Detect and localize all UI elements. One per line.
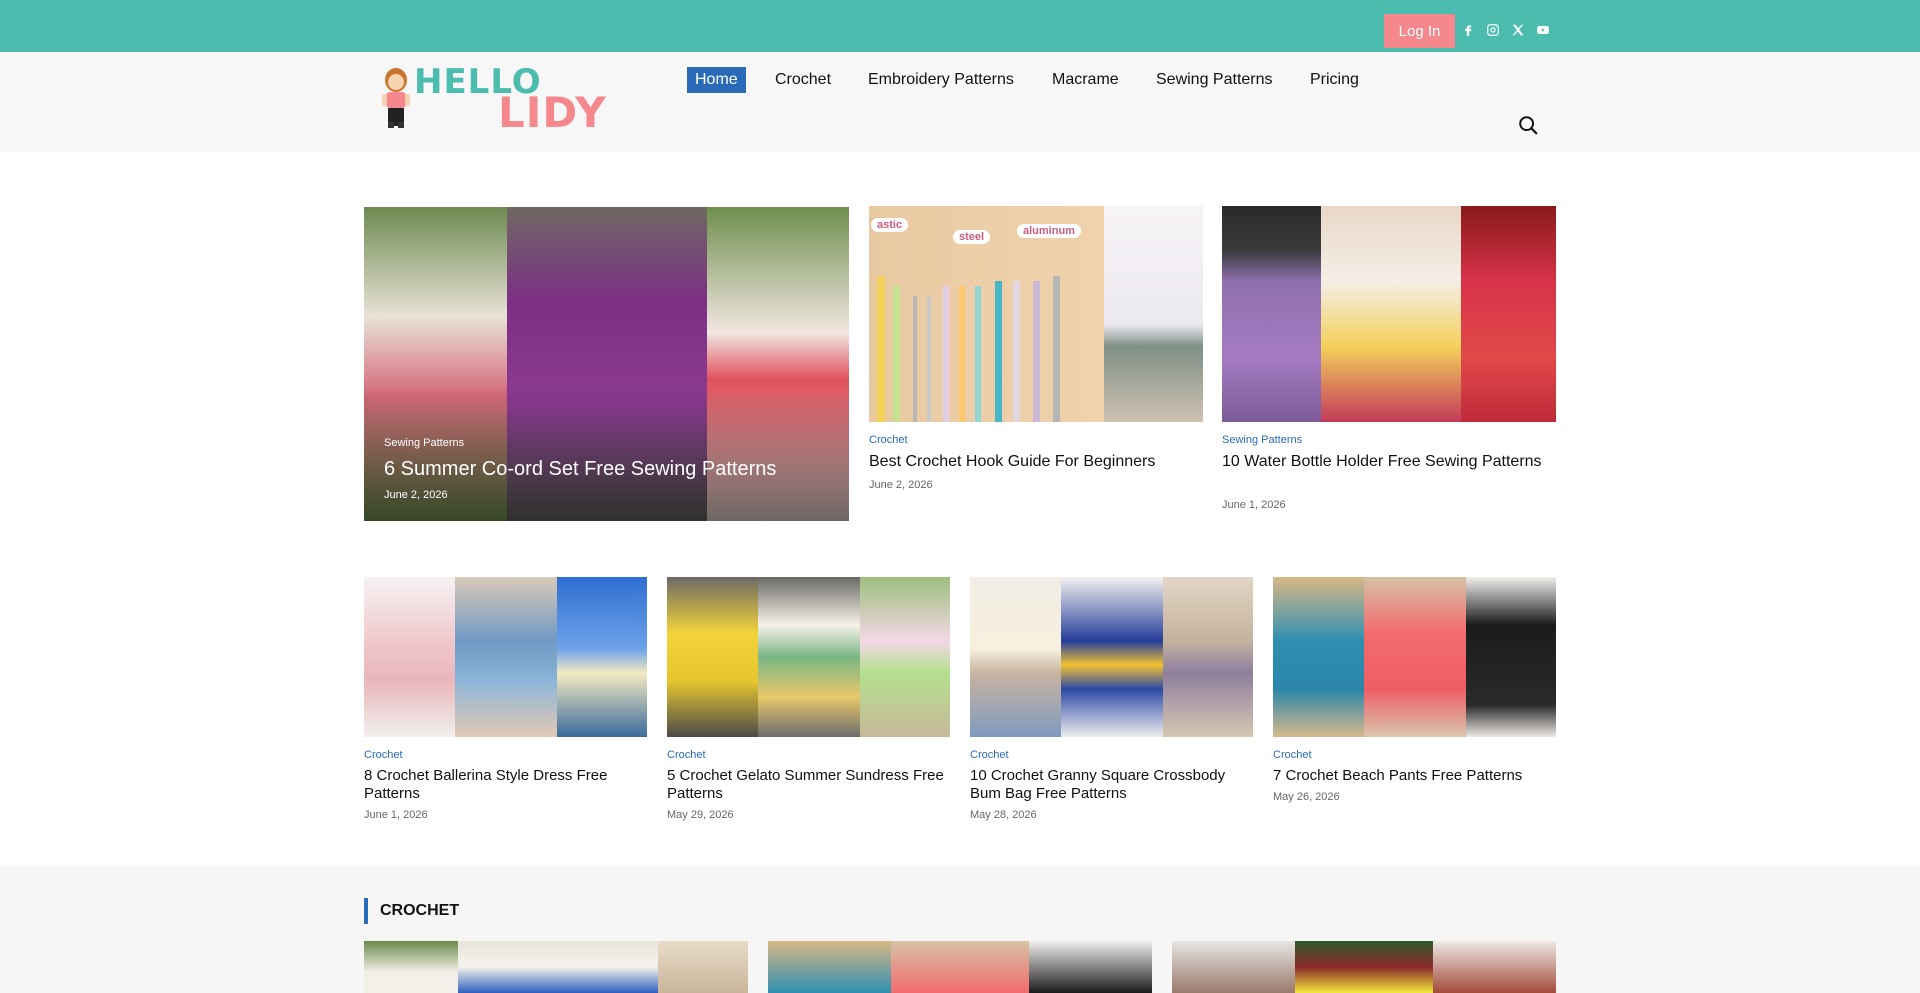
- grid-card-date: June 1, 2026: [364, 809, 428, 821]
- grid-card-title[interactable]: 8 Crochet Ballerina Style Dress Free Pat…: [364, 767, 647, 803]
- nav-item-crochet[interactable]: Crochet: [775, 67, 831, 93]
- grid-card-title[interactable]: 10 Crochet Granny Square Crossbody Bum B…: [970, 767, 1253, 803]
- logo-lidy-text: LIDY: [498, 88, 607, 137]
- crochet-hooks-illustration: [877, 276, 1060, 422]
- nav-item-sewing-patterns[interactable]: Sewing Patterns: [1156, 67, 1273, 93]
- site-logo[interactable]: HELLO LIDY: [378, 62, 608, 137]
- grid-card-category[interactable]: Crochet: [970, 749, 1009, 761]
- grid-card-category[interactable]: Crochet: [364, 749, 403, 761]
- featured-main-category[interactable]: Sewing Patterns: [384, 437, 464, 449]
- featured-main-title[interactable]: 6 Summer Co-ord Set Free Sewing Patterns: [384, 458, 776, 481]
- grid-card-category[interactable]: Crochet: [1273, 749, 1312, 761]
- featured-main-date: June 2, 2026: [384, 489, 448, 501]
- nav-item-embroidery-patterns[interactable]: Embroidery Patterns: [868, 67, 1014, 93]
- featured-side-date: June 2, 2026: [869, 479, 933, 491]
- section-card-image[interactable]: [768, 941, 1152, 993]
- grid-card-image[interactable]: [1273, 577, 1556, 737]
- nav-item-pricing[interactable]: Pricing: [1310, 67, 1359, 93]
- grid-card-image[interactable]: [970, 577, 1253, 737]
- search-icon[interactable]: [1517, 114, 1539, 136]
- youtube-icon[interactable]: [1535, 22, 1551, 38]
- section-card-image[interactable]: [364, 941, 748, 993]
- x-icon[interactable]: [1510, 22, 1526, 38]
- nav-item-home[interactable]: Home: [687, 67, 746, 93]
- grid-card-date: May 29, 2026: [667, 809, 734, 821]
- featured-side-title[interactable]: Best Crochet Hook Guide For Beginners: [869, 452, 1203, 472]
- featured-side-category[interactable]: Crochet: [869, 434, 908, 446]
- section-title-bar: [364, 898, 368, 924]
- instagram-icon[interactable]: [1485, 22, 1501, 38]
- grid-card-date: May 28, 2026: [970, 809, 1037, 821]
- nav-item-macrame[interactable]: Macrame: [1052, 67, 1119, 93]
- grid-card-category[interactable]: Crochet: [667, 749, 706, 761]
- grid-card-image[interactable]: [364, 577, 647, 737]
- section-card-image[interactable]: [1172, 941, 1556, 993]
- grid-card-title[interactable]: 7 Crochet Beach Pants Free Patterns: [1273, 767, 1556, 785]
- featured-side-date: June 1, 2026: [1222, 499, 1286, 511]
- featured-side-image[interactable]: astic steel aluminum: [869, 206, 1203, 422]
- featured-side-category[interactable]: Sewing Patterns: [1222, 434, 1302, 446]
- featured-side-image[interactable]: [1222, 206, 1556, 422]
- grid-card-date: May 26, 2026: [1273, 791, 1340, 803]
- section-title: CROCHET: [380, 902, 460, 919]
- featured-side-title[interactable]: 10 Water Bottle Holder Free Sewing Patte…: [1222, 452, 1556, 472]
- grid-card-image[interactable]: [667, 577, 950, 737]
- girl-mascot-icon: [382, 68, 410, 128]
- login-button[interactable]: Log In: [1384, 14, 1455, 48]
- grid-card-title[interactable]: 5 Crochet Gelato Summer Sundress Free Pa…: [667, 767, 950, 803]
- facebook-icon[interactable]: [1460, 22, 1476, 38]
- top-bar: Log In: [0, 0, 1920, 52]
